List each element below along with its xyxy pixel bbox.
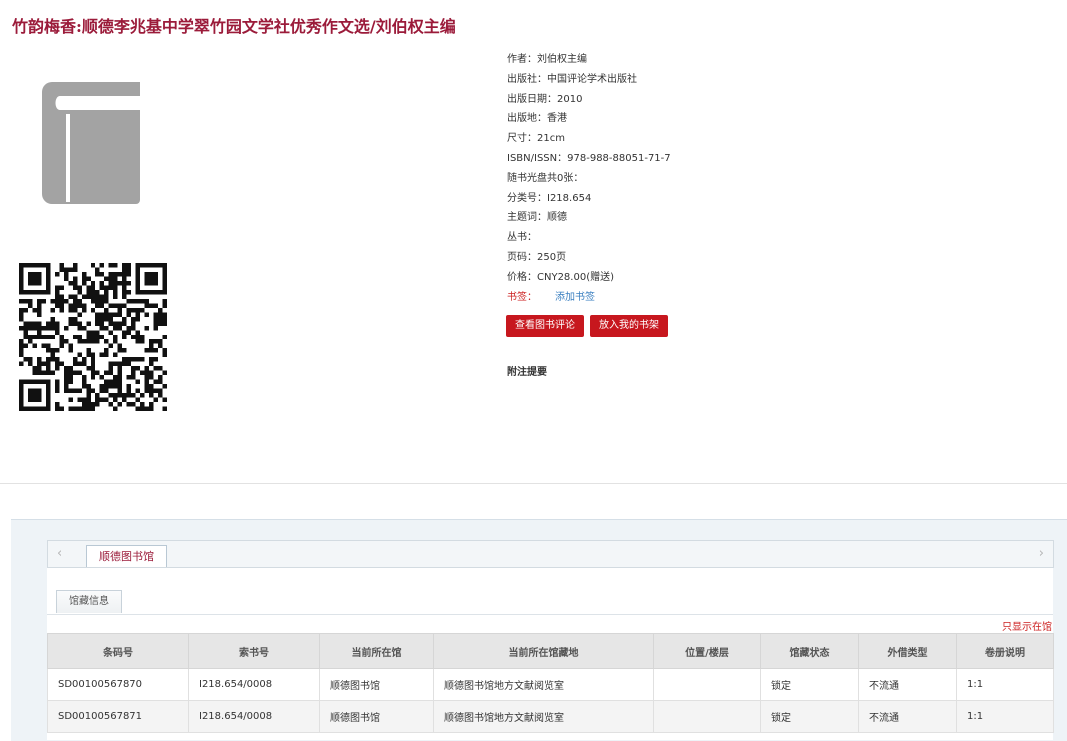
add-bookmark-link[interactable]: 添加书签 [555,292,595,303]
cell-volume: 1:1 [956,668,1054,701]
meta-author: 作者：刘伯权主编 [507,54,587,65]
book-icon [42,82,140,204]
meta-discs: 随书光盘共0张： [507,172,584,184]
table-row: SD00100567871 I218.654/0008 顺德图书馆 顺德图书馆地… [47,700,1054,733]
cell-call-number: I218.654/0008 [188,668,320,701]
meta-bookmark-row: 书签： 添加书签 [507,288,671,308]
cell-barcode: SD00100567870 [47,668,189,701]
chevron-right-icon[interactable]: › [1039,546,1044,561]
notes-heading: 附注提要 [507,367,547,378]
cell-status: 锁定 [760,668,859,701]
tab-library[interactable]: 顺德图书馆 [86,545,167,567]
table-header-row: 条码号 索书号 当前所在馆 当前所在馆藏地 位置/楼层 馆藏状态 外借类型 卷册… [47,633,1054,669]
meta-pages: 页码：250页 [507,251,567,263]
cell-floor [653,668,761,701]
cell-volume: 1:1 [956,700,1054,733]
qr-code-icon [19,263,167,411]
col-floor: 位置/楼层 [653,633,761,669]
col-status: 馆藏状态 [760,633,859,669]
action-buttons: 查看图书评论 放入我的书架 [506,313,674,337]
col-library: 当前所在馆 [319,633,434,669]
cell-call-number: I218.654/0008 [188,700,320,733]
col-barcode: 条码号 [47,633,189,669]
cell-library: 顺德图书馆 [319,668,434,701]
meta-pub-place: 出版地：香港 [507,113,567,125]
meta-publisher: 出版社：中国评论学术出版社 [507,73,637,85]
page-title: 竹韵梅香:顺德李兆基中学翠竹园文学社优秀作文选/刘伯权主编 [12,17,456,36]
cell-loan-type: 不流通 [858,668,957,701]
view-reviews-button[interactable]: 查看图书评论 [506,315,584,337]
tab-holdings-info[interactable]: 馆藏信息 [56,590,122,613]
meta-subject: 主题词：顺德 [507,212,567,224]
bookmark-label: 书签： [507,291,537,303]
cell-loan-type: 不流通 [858,700,957,733]
cell-floor [653,700,761,733]
section-divider [0,483,1067,484]
library-tabbar: ‹ 顺德图书馆 › [47,540,1054,568]
holdings-content: 馆藏信息 只显示在馆 条码号 索书号 当前所在馆 当前所在馆藏地 位置/楼层 馆… [47,568,1054,740]
col-location: 当前所在馆藏地 [433,633,654,669]
table-row: SD00100567870 I218.654/0008 顺德图书馆 顺德图书馆地… [47,668,1054,701]
book-metadata: 作者：刘伯权主编 出版社：中国评论学术出版社 出版日期：2010 出版地：香港 … [507,50,671,307]
cell-library: 顺德图书馆 [319,700,434,733]
tab-underline [47,614,1053,615]
meta-series: 丛书： [507,232,537,244]
meta-pub-date: 出版日期：2010 [507,93,583,105]
meta-size: 尺寸：21cm [507,133,565,145]
col-volume: 卷册说明 [956,633,1054,669]
only-available-link[interactable]: 只显示在馆 [1002,618,1052,633]
meta-class-no: 分类号：I218.654 [507,192,592,204]
holdings-table: 条码号 索书号 当前所在馆 当前所在馆藏地 位置/楼层 馆藏状态 外借类型 卷册… [47,633,1054,733]
cell-status: 锁定 [760,700,859,733]
cell-barcode: SD00100567871 [47,700,189,733]
add-to-shelf-button[interactable]: 放入我的书架 [590,315,668,337]
meta-isbn: ISBN/ISSN：978-988-88051-71-7 [507,152,671,164]
cell-location: 顺德图书馆地方文献阅览室 [433,668,654,701]
cell-location: 顺德图书馆地方文献阅览室 [433,700,654,733]
meta-price: 价格：CNY28.00(赠送) [507,271,615,283]
col-loan-type: 外借类型 [858,633,957,669]
chevron-left-icon[interactable]: ‹ [57,546,62,561]
col-call-number: 索书号 [188,633,320,669]
